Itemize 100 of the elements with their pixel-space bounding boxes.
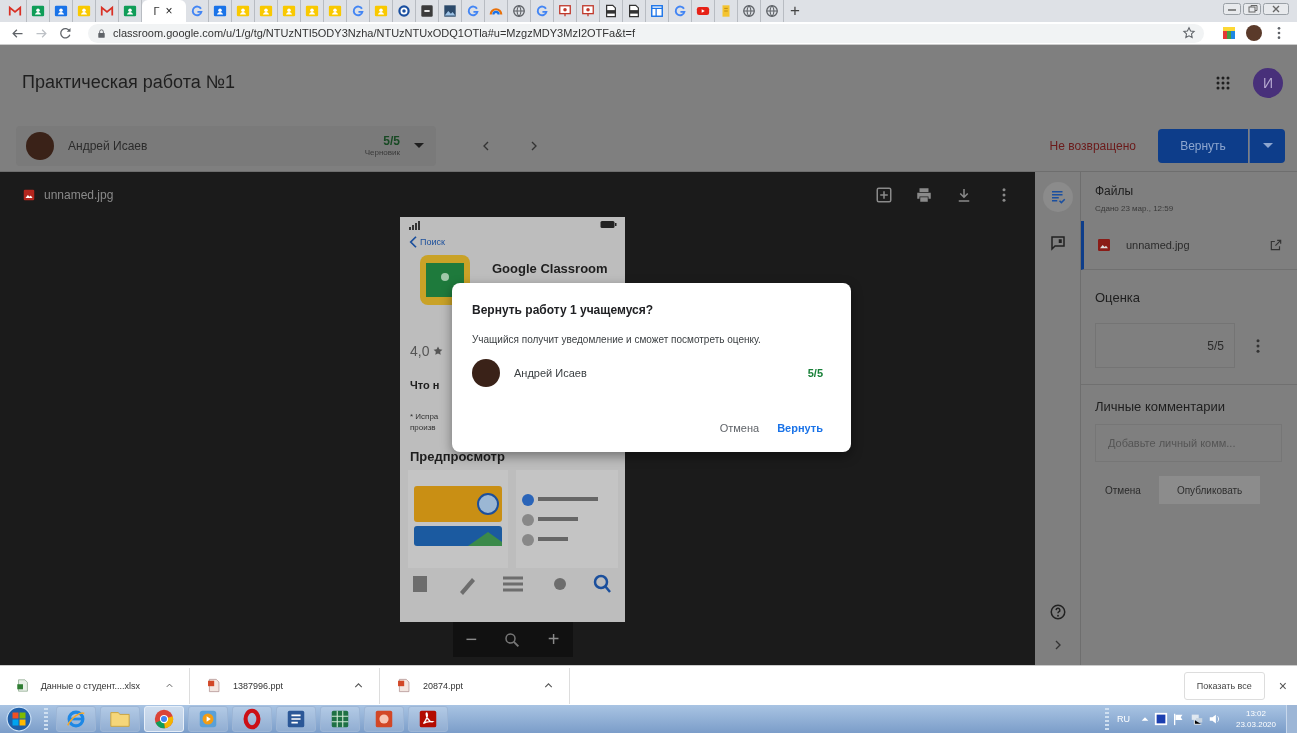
url-text: classroom.google.com/u/1/g/tg/NTUzNTI5ODY3Nzha/NTUzNTUxODQ1OTla#u=MzgzMDY3MzI2OTFa&t=f — [113, 27, 636, 39]
panel-tab[interactable] — [1042, 182, 1073, 212]
window-icon — [650, 4, 664, 18]
zoom-icon[interactable] — [503, 630, 522, 649]
reload-icon[interactable] — [58, 25, 73, 41]
presentation-icon — [581, 4, 595, 18]
g-icon — [351, 4, 365, 18]
section-title: Личные комментарии — [1095, 399, 1227, 414]
globe-icon — [512, 4, 526, 18]
assignment-title: Практическая работа №1 — [22, 72, 236, 93]
taskbar-app[interactable] — [232, 706, 272, 732]
student-selector[interactable]: Андрей Исаев 5/5 Черновик — [16, 125, 436, 166]
cancel-button[interactable]: Отмена — [1095, 476, 1151, 504]
pdf-icon — [417, 708, 439, 730]
caret-icon — [414, 143, 424, 148]
app-name: Google Classroom — [492, 261, 608, 276]
circle-logo-icon — [153, 708, 175, 730]
e-logo-icon — [65, 708, 87, 730]
note-text: произв — [410, 422, 437, 433]
comment-icon — [1048, 234, 1067, 252]
open-external-icon[interactable] — [1269, 238, 1283, 252]
section-heading: Предпросмотр — [409, 448, 506, 466]
taskbar-app[interactable] — [408, 706, 448, 732]
battery-icon — [600, 218, 617, 230]
user-avatar[interactable]: И — [1253, 67, 1283, 98]
rating-text: 4,0 — [410, 343, 430, 359]
section-heading: Что н — [410, 379, 440, 391]
spreadsheet-icon — [329, 708, 351, 730]
browser-tab[interactable]: Г × — [142, 0, 186, 22]
confirm-button[interactable]: Вернуть — [769, 416, 831, 440]
address-field[interactable]: classroom.google.com/u/1/g/tg/NTUzNTI5ODY3Nzha/NTUzNTUxODQ1OTla#u=MzgzMDY3MzI2OTFa&t=f — [88, 23, 1204, 43]
restore-button[interactable] — [1243, 3, 1261, 15]
ring-icon — [397, 4, 411, 18]
close-tab-button[interactable]: × — [163, 4, 175, 18]
tray-app-icon[interactable] — [1153, 712, 1168, 726]
taskbar-app[interactable] — [320, 706, 360, 732]
image-file-icon — [22, 187, 36, 202]
dark-square-icon — [420, 4, 434, 18]
download-item[interactable]: Данные о студент....xlsx — [0, 667, 190, 704]
file-icon — [16, 678, 29, 693]
document-icon — [627, 4, 641, 18]
draft-label: Черновик — [364, 148, 400, 157]
new-tab-button[interactable]: + — [784, 1, 806, 21]
grade-text: 5/5 — [383, 134, 400, 148]
bookmark-star-icon[interactable] — [1182, 26, 1196, 40]
close-window-button[interactable] — [1263, 3, 1289, 15]
lock-icon — [96, 27, 107, 39]
help-icon[interactable] — [1048, 603, 1067, 621]
profile-avatar[interactable] — [1246, 25, 1262, 41]
note-text: * Испра — [410, 411, 439, 422]
section-title: Оценка — [1095, 290, 1142, 305]
return-options-button[interactable] — [1249, 128, 1285, 163]
avatar — [26, 131, 54, 160]
clock-date: 23.03.2020 — [1235, 719, 1276, 730]
g-icon — [190, 4, 204, 18]
file-name: unnamed.jpg — [44, 187, 114, 202]
signal-icon — [408, 218, 420, 230]
image-file-icon — [1096, 237, 1112, 253]
print-icon[interactable] — [915, 185, 933, 204]
cancel-button[interactable]: Отмена — [711, 416, 768, 440]
zoom-in-button[interactable]: + — [547, 628, 560, 651]
student-name: Андрей Исаев — [68, 138, 148, 153]
student-name: Андрей Исаев — [514, 367, 587, 379]
envelope-icon — [8, 4, 22, 18]
g-icon — [535, 4, 549, 18]
g-icon — [466, 4, 480, 18]
envelope-icon — [100, 4, 114, 18]
network-icon[interactable] — [1189, 712, 1204, 726]
text-document-icon — [285, 708, 307, 730]
download-item[interactable]: 1387996.ppt — [190, 667, 380, 704]
start-button[interactable] — [6, 706, 32, 732]
show-all-button[interactable]: Показать все — [1183, 671, 1265, 700]
minimize-button[interactable] — [1223, 3, 1241, 15]
dialog-message: Учащийся получит уведомление и сможет посмотреть оценку. — [472, 334, 762, 345]
taskbar-app[interactable] — [56, 706, 96, 732]
clock-time: 13:02 — [1245, 708, 1266, 719]
close-button[interactable]: × — [1278, 677, 1287, 694]
grade-field[interactable]: 5/5 — [1095, 323, 1235, 368]
star-icon — [432, 345, 445, 357]
file-name: unnamed.jpg — [1126, 239, 1190, 251]
file-attachment[interactable]: unnamed.jpg — [1081, 221, 1297, 270]
document-icon — [604, 4, 618, 18]
section-title: Файлы — [1095, 184, 1135, 198]
caret-icon — [1262, 143, 1273, 148]
extension-icon[interactable] — [1221, 25, 1237, 41]
image-icon — [443, 4, 457, 18]
file-icon — [396, 678, 411, 693]
presentation-icon — [558, 4, 572, 18]
presentation-icon — [373, 708, 395, 730]
file-icon — [206, 678, 221, 693]
download-item[interactable]: 20874.ppt — [380, 667, 570, 704]
play-icon — [696, 4, 710, 18]
media-player-icon — [197, 708, 219, 730]
return-button[interactable]: Вернуть — [1158, 128, 1248, 163]
avatar — [472, 359, 500, 387]
add-box-icon[interactable] — [875, 185, 893, 204]
taskbar-app[interactable] — [364, 706, 404, 732]
globe-icon — [742, 4, 756, 18]
zoom-out-button[interactable]: − — [465, 628, 478, 651]
taskbar-app[interactable] — [276, 706, 316, 732]
